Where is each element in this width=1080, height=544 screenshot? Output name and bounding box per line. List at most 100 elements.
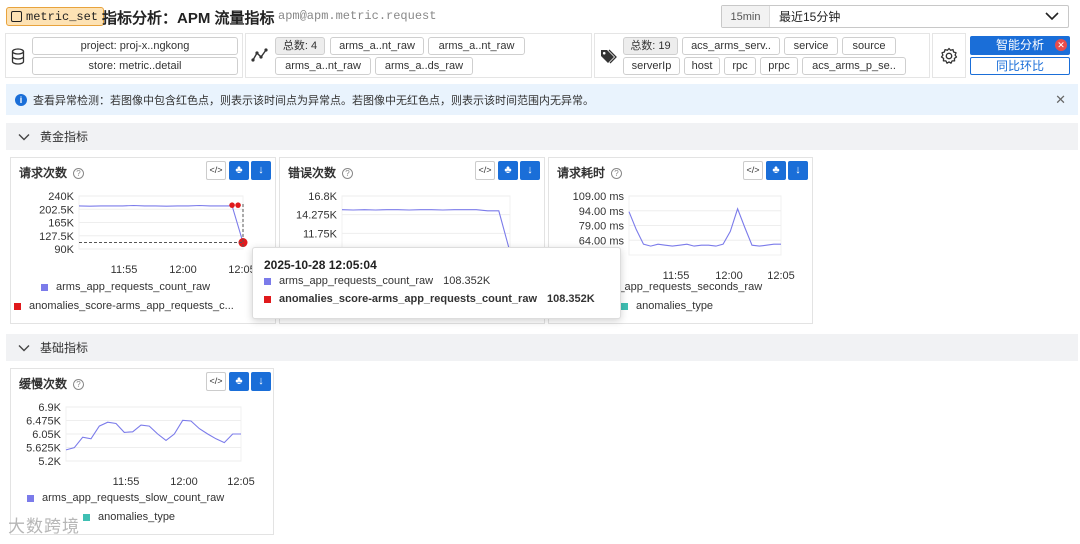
y-tick-label: 6.05K [32,429,61,441]
y-tick-label: 109.00 ms [573,191,625,203]
legend-item[interactable]: anomalies_score-arms_app_requests_c... [14,300,254,312]
code-button[interactable]: </> [206,372,226,391]
panel-title: 请求耗时 [557,166,606,180]
x-tick-label: 12:05 [227,476,255,488]
download-button[interactable]: ↓ [251,372,271,391]
x-tick-label: 12:00 [170,476,198,488]
time-range-select[interactable]: 15min 最近15分钟 [721,5,1069,28]
y-tick-label: 79.00 ms [579,221,625,233]
legend-item[interactable]: arms_app_requests_count_raw [41,281,210,293]
chart-tooltip: 2025-10-28 12:05:04 arms_app_requests_co… [252,247,621,319]
close-icon[interactable]: ✕ [1055,39,1067,51]
help-icon[interactable]: ? [611,168,623,179]
legend-item[interactable]: anomalies_type [83,511,175,523]
label-chip[interactable]: serverIp [623,57,680,75]
label-chip[interactable]: rpc [724,57,756,75]
section-title: 基础指标 [40,341,89,355]
series-line [78,204,244,243]
labels-filter: 总数: 19 acs_arms_serv.. service source se… [594,33,930,78]
database-icon [11,48,25,65]
y-tick-label: 14.275K [296,210,338,222]
section-title: 黄金指标 [40,130,89,144]
panel-slow: 缓慢次数? </> ♣ ↓ 6.9K 6.475K 6.05K 5.625K 5.2K 1… [10,368,274,535]
plot-area [341,195,511,253]
download-button[interactable]: ↓ [520,161,540,180]
section-basic-metrics[interactable]: 基础指标 [6,334,1078,361]
metric-chip[interactable]: arms_a..nt_raw [428,37,525,55]
series-line [65,419,241,451]
label-chip[interactable]: host [684,57,720,75]
store-chip[interactable]: store: metric..detail [32,57,238,75]
panel-requests: 请求次数? </> ♣ ↓ 240K 202.5K 165K 127.5K 90K 11:… [10,157,276,324]
page-subtitle: apm@apm.metric.request [278,9,437,23]
project-chip[interactable]: project: proj-x..ngkong [32,37,238,55]
notice-text: 查看异常检测：若图像中包含红色点，则表示该时间点为异常点。若图像中无红色点，则表… [33,94,594,107]
y-tick-label: 90K [54,244,74,256]
y-tick-label: 11.75K [303,228,338,240]
metric-set-tag[interactable]: metric_set [6,7,105,26]
label-chip[interactable]: source [842,37,896,55]
metric-chip[interactable]: arms_a..nt_raw [330,37,424,55]
watermark: 大数跨境 [8,517,80,536]
panel-title: 错误次数 [288,166,337,180]
help-icon[interactable]: ? [342,168,354,179]
share-button[interactable]: ♣ [229,161,249,180]
y-tick-label: 165K [48,218,74,230]
chevron-down-icon [18,133,30,140]
time-range-value: 最近15分钟 [779,10,841,24]
code-button[interactable]: </> [743,161,763,180]
y-tick-label: 6.475K [26,416,62,428]
y-tick-label: 64.00 ms [579,235,625,247]
x-tick-label: 12:00 [169,264,197,276]
share-button[interactable]: ♣ [498,161,518,180]
x-tick-label: 11:55 [113,476,140,488]
y-tick-label: 6.9K [38,402,61,414]
chevron-down-icon [1045,12,1059,21]
series-line [341,209,511,253]
label-chip[interactable]: acs_arms_p_se.. [802,57,906,75]
share-button[interactable]: ♣ [766,161,786,180]
close-icon[interactable]: ✕ [1055,92,1066,108]
header-bar: metric_set 指标分析：APM 流量指标 apm@apm.metric.… [0,0,1080,32]
compare-button[interactable]: 同比环比 [970,57,1070,75]
legend-item[interactable]: arms_app_requests_slow_count_raw [27,492,224,504]
download-button[interactable]: ↓ [788,161,808,180]
code-button[interactable]: </> [475,161,495,180]
tooltip-time: 2025-10-28 12:05:04 [264,258,377,272]
page-title: 指标分析：APM 流量指标 [102,10,275,27]
y-tick-label: 16.8K [308,191,337,203]
anomaly-point [229,202,235,208]
metric-line-icon [251,48,268,62]
label-chip[interactable]: service [784,37,838,55]
y-tick-label: 127.5K [39,231,75,243]
smart-analysis-button[interactable]: 智能分析 ✕ [970,36,1070,55]
metrics-count-chip: 总数: 4 [275,37,325,55]
metric-chip[interactable]: arms_a..ds_raw [375,57,473,75]
metric-chip[interactable]: arms_a..nt_raw [275,57,371,75]
label-chip[interactable]: prpc [760,57,798,75]
panel-title: 缓慢次数 [19,377,68,391]
help-icon[interactable]: ? [73,379,85,390]
section-gold-metrics[interactable]: 黄金指标 [6,123,1078,150]
share-button[interactable]: ♣ [229,372,249,391]
code-button[interactable]: </> [206,161,226,180]
store-filter: project: proj-x..ngkong store: metric..d… [5,33,243,78]
download-button[interactable]: ↓ [251,161,271,180]
help-icon[interactable]: ? [73,168,85,179]
chevron-down-icon [18,344,30,351]
gear-icon [940,47,958,64]
y-tick-label: 5.2K [38,456,61,468]
settings-box[interactable] [932,33,966,78]
panel-title: 请求次数 [19,166,68,180]
anomaly-notice: i 查看异常检测：若图像中包含红色点，则表示该时间点为异常点。若图像中无红色点，… [6,84,1078,115]
y-tick-label: 202.5K [39,204,75,216]
info-icon: i [15,93,27,106]
x-tick-label: 11:55 [111,264,138,276]
legend-item[interactable]: anomalies_type [621,300,713,312]
tag-icon [601,49,617,64]
label-chip[interactable]: acs_arms_serv.. [682,37,780,55]
labels-count-chip: 总数: 19 [623,37,678,55]
anomaly-point [235,202,241,208]
time-quick-label: 15min [722,6,770,27]
y-tick-label: 5.625K [26,443,62,455]
